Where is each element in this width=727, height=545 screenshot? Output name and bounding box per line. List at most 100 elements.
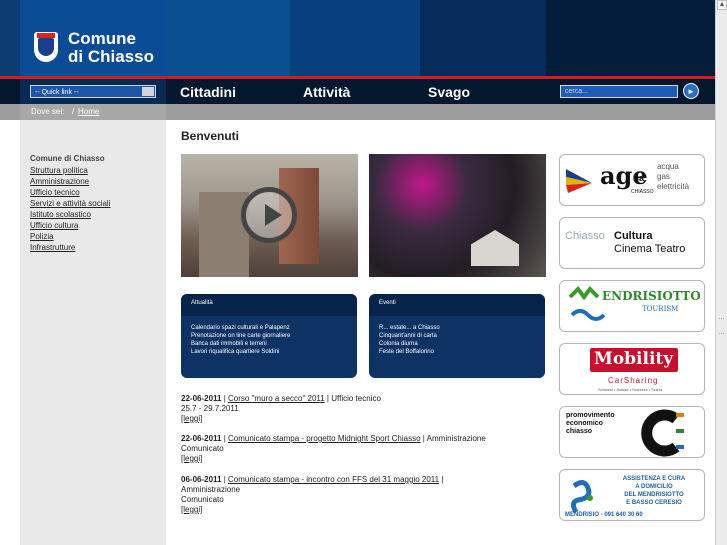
- eventi-item[interactable]: Cinquant'anni di carta: [379, 332, 440, 340]
- attualita-title: Attualità: [191, 300, 213, 306]
- logo-line-2: di Chiasso: [68, 47, 154, 66]
- news-date: 22-06-2011: [181, 394, 222, 403]
- page-title: Benvenuti: [181, 129, 240, 143]
- promovimento-economico-banner[interactable]: promovimento economico chiasso: [559, 406, 705, 458]
- header-block: [166, 0, 290, 76]
- mendrisiotto-a: ENDRISIOTTO: [602, 289, 701, 303]
- sidebar-item-servizi-sociali[interactable]: Servizi e attività sociali: [30, 199, 110, 208]
- header-block: [420, 0, 546, 76]
- search-go-button[interactable]: ►: [683, 83, 699, 99]
- age-line-3: elettricità: [657, 182, 690, 191]
- breadcrumb-separator: /: [72, 107, 75, 116]
- eventi-box: Eventi R... estate... a Chiasso Cinquant…: [369, 294, 545, 378]
- eventi-item[interactable]: R... estate... a Chiasso: [379, 324, 440, 332]
- age-line-1: acqua: [657, 162, 679, 171]
- sidebar-title: Comune di Chiasso: [30, 154, 105, 163]
- age-line-2: gas: [657, 172, 670, 181]
- mobility-carsharing-banner[interactable]: Mobility CarSharing Schweiz • Suisse • S…: [559, 343, 705, 395]
- quick-link-select[interactable]: -- Quick link --: [30, 85, 156, 98]
- news-item: 22-06-2011 | Corso "muro a secco" 2011 |…: [181, 394, 541, 424]
- promo-line-3: chiasso: [566, 428, 593, 435]
- attualita-item[interactable]: Prenotazione on line carte giornaliere: [191, 332, 290, 340]
- site-logo[interactable]: Comune di Chiasso: [68, 30, 154, 66]
- dropdown-arrow-icon: [142, 87, 154, 96]
- scroll-grip[interactable]: [719, 318, 724, 334]
- read-more-link[interactable]: [leggi]: [181, 414, 202, 423]
- header-banner: Comune di Chiasso: [0, 0, 715, 76]
- sidebar-list: Struttura politica Amministrazione Uffic…: [30, 165, 110, 253]
- breadcrumb: Dove sei: / Home: [0, 104, 715, 120]
- assistenza-phone: MENDRISIO - 091 640 30 60: [565, 512, 643, 518]
- attualita-item[interactable]: Lavori riqualifica quartiere Soldini: [191, 348, 290, 356]
- main-content: Benvenuti Attualità Calendario spazi cul…: [166, 120, 546, 545]
- cultura-c: Cinema Teatro: [614, 243, 686, 255]
- assistenza-domicilio-banner[interactable]: ASSISTENZA E CURA A DOMICILIO DEL MENDRI…: [559, 469, 705, 521]
- sponsor-column: age sa CHIASSO acqua gas elettricità Chi…: [546, 120, 715, 545]
- read-more-link[interactable]: [leggi]: [181, 505, 202, 514]
- assistenza-line-4: E BASSO CERESIO: [626, 500, 682, 506]
- promo-line-1: promovimento: [566, 412, 615, 419]
- sidebar-item-infrastrutture[interactable]: Infrastrutture: [30, 243, 75, 252]
- chiasso-cultura-banner[interactable]: Chiasso Cultura Cinema Teatro: [559, 217, 705, 269]
- sidebar-item-ufficio-tecnico[interactable]: Ufficio tecnico: [30, 188, 80, 197]
- attualita-item[interactable]: Banca dati immobili e terreni: [191, 340, 290, 348]
- nav-attivita[interactable]: Attività: [303, 84, 350, 100]
- news-office: Amministrazione: [181, 485, 241, 494]
- news-link[interactable]: Comunicato stampa - progetto Midnight Sp…: [228, 434, 421, 443]
- play-icon[interactable]: [241, 187, 297, 243]
- quick-link-label: -- Quick link --: [35, 89, 79, 96]
- read-more-link[interactable]: [leggi]: [181, 454, 202, 463]
- news-extra: 25.7 - 29.7.2011: [181, 404, 239, 413]
- sidebar-item-amministrazione[interactable]: Amministrazione: [30, 177, 89, 186]
- cultura-b: Cultura: [614, 230, 653, 242]
- news-date: 22-06-2011: [181, 434, 222, 443]
- mobility-a: Mobility: [594, 349, 674, 369]
- age-sa-banner[interactable]: age sa CHIASSO acqua gas elettricità: [559, 154, 705, 206]
- event-photo[interactable]: [369, 154, 546, 277]
- assistenza-line-1: ASSISTENZA E CURA: [622, 476, 686, 482]
- sidebar-item-ufficio-cultura[interactable]: Ufficio cultura: [30, 221, 78, 230]
- nav-cittadini[interactable]: Cittadini: [180, 84, 236, 100]
- sidebar-item-istituto-scolastico[interactable]: Istituto scolastico: [30, 210, 91, 219]
- mendrisiotto-b: TOURISM: [642, 305, 679, 313]
- eventi-item[interactable]: Colonia diurna: [379, 340, 440, 348]
- news-extra: Comunicato: [181, 444, 224, 453]
- care-logo-icon: [570, 480, 593, 514]
- eventi-title: Eventi: [379, 300, 396, 306]
- search-input[interactable]: cerca...: [560, 85, 678, 98]
- video-thumbnail[interactable]: [181, 154, 358, 277]
- promo-line-2: economico: [566, 420, 603, 427]
- header-block: [290, 0, 420, 76]
- cultura-a: Chiasso: [565, 230, 605, 242]
- breadcrumb-home-link[interactable]: Home: [78, 107, 99, 116]
- scroll-up-icon[interactable]: ▲: [717, 0, 727, 10]
- eventi-item[interactable]: Feste del Boffalorino: [379, 348, 440, 356]
- breadcrumb-label: Dove sei:: [31, 107, 65, 116]
- sidebar-item-polizia[interactable]: Polizia: [30, 232, 54, 241]
- coat-of-arms-icon[interactable]: [34, 32, 58, 62]
- mobility-c: Schweiz • Suisse • Svizzera • Svizra: [598, 387, 663, 392]
- sidebar: Comune di Chiasso Struttura politica Amm…: [20, 120, 166, 545]
- mendrisiotto-tourism-banner[interactable]: ENDRISIOTTO TOURISM: [559, 280, 705, 332]
- news-link[interactable]: Comunicato stampa - incontro con FFS del…: [228, 475, 439, 484]
- mobility-b: CarSharing: [608, 376, 659, 385]
- c-logo-icon: [641, 409, 684, 457]
- vertical-scrollbar[interactable]: ▲: [715, 0, 727, 545]
- header-block: [546, 0, 715, 76]
- arrow-right-icon: ►: [687, 87, 695, 96]
- news-date: 06-06-2011: [181, 475, 222, 484]
- news-office: Amministrazione: [426, 434, 486, 443]
- news-office: Ufficio tecnico: [331, 394, 381, 403]
- search-placeholder: cerca...: [565, 88, 588, 95]
- logo-line-1: Comune: [68, 29, 136, 48]
- assistenza-line-3: DEL MENDRISIOTTO: [624, 492, 684, 498]
- sidebar-item-struttura-politica[interactable]: Struttura politica: [30, 166, 88, 175]
- news-item: 06-06-2011 | Comunicato stampa - incontr…: [181, 475, 541, 515]
- news-link[interactable]: Corso "muro a secco" 2011: [228, 394, 325, 403]
- attualita-box: Attualità Calendario spazi culturali e P…: [181, 294, 357, 378]
- age-sub: CHIASSO: [631, 189, 654, 195]
- news-extra: Comunicato: [181, 495, 224, 504]
- attualita-item[interactable]: Calendario spazi culturali e Palapenz: [191, 324, 290, 332]
- nav-svago[interactable]: Svago: [428, 84, 470, 100]
- main-nav: -- Quick link -- Cittadini Attività Svag…: [0, 79, 715, 104]
